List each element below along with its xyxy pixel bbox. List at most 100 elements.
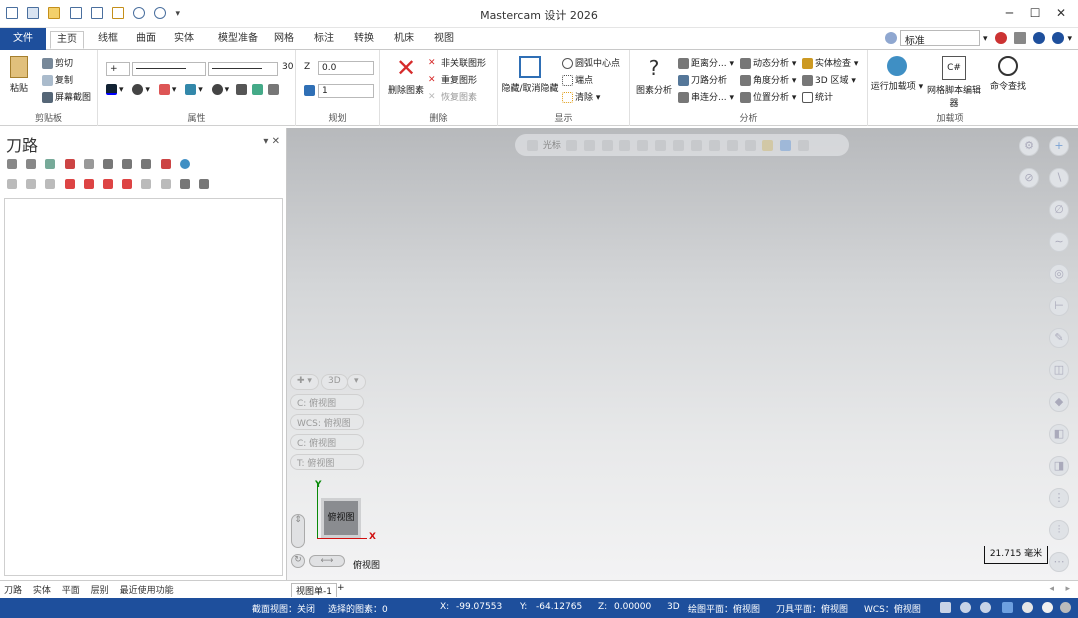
statistics-button[interactable]: 统计	[802, 90, 833, 103]
position-analysis-button[interactable]: 位置分析 ▾	[740, 90, 796, 103]
collapse-icon[interactable]	[198, 179, 209, 189]
command-finder-button[interactable]: 命令查找	[986, 56, 1030, 92]
cursor-mode-label[interactable]: 光标	[543, 141, 561, 151]
section-tool-icon[interactable]: ⋮	[1049, 488, 1069, 508]
tab-drafting[interactable]: 标注	[308, 31, 340, 49]
toolpath-analysis-button[interactable]: 刀路分析	[678, 73, 727, 86]
surface-tool-icon[interactable]: ◎	[1049, 264, 1069, 284]
view-cube[interactable]: 俯视图	[321, 498, 361, 538]
cube-shaded-icon[interactable]	[1002, 602, 1013, 613]
plane-tplane-select[interactable]: T: 俯视图	[290, 454, 364, 470]
sphere-wire-icon[interactable]	[1060, 602, 1071, 613]
mode-3d-status[interactable]: 3D	[667, 602, 680, 612]
regenerate-dirty-icon[interactable]	[64, 159, 75, 169]
rotate-icon[interactable]	[980, 602, 991, 613]
selection-mode-icon[interactable]	[762, 140, 774, 151]
panel-controls[interactable]: ▾ ✕	[263, 136, 280, 147]
vertical-pan-control[interactable]: ⇕	[291, 514, 305, 548]
dynamic-analysis-button[interactable]: 动态分析 ▾	[740, 56, 796, 69]
transform-tool-icon[interactable]: ✎	[1049, 328, 1069, 348]
horizontal-pan-control[interactable]: ⟷	[309, 555, 345, 567]
sphere-shade-icon[interactable]	[1022, 602, 1033, 613]
material-icon[interactable]	[211, 84, 223, 95]
show-selected-icon[interactable]	[141, 179, 152, 189]
select-xyz-icon[interactable]	[565, 140, 577, 151]
clear-attribute-icon[interactable]	[251, 84, 263, 95]
graphics-viewport[interactable]: 光标 ⚙ + ⊘ ∖ ∅ ∼ ◎ ⊢ ✎ ◫ ◆ ◧ ◨ ⋮ ⫶ ⋯ ✚ ▾ 3…	[287, 128, 1078, 580]
line-width-select[interactable]	[208, 62, 278, 76]
measure-tool-icon[interactable]: ⫶	[1049, 520, 1069, 540]
simulate-icon[interactable]	[83, 159, 94, 169]
wcs-status[interactable]: WCS：俯视图	[864, 602, 921, 615]
plane-cplane-select[interactable]: C: 俯视图	[290, 434, 364, 450]
plane-wcs-select[interactable]: WCS: 俯视图	[290, 414, 364, 430]
wireframe-color-icon[interactable]	[106, 84, 117, 95]
point-style-select[interactable]: +	[106, 62, 130, 76]
color-tool-icon[interactable]: ◧	[1049, 424, 1069, 444]
tab-file[interactable]: 文件	[0, 28, 46, 50]
paste-button[interactable]: 粘贴	[6, 56, 32, 94]
z-depth-input[interactable]: 0.0	[318, 61, 374, 75]
close-button[interactable]: ✕	[1050, 6, 1072, 20]
help-dropdown-icon[interactable]: ▾	[1067, 34, 1072, 44]
help-icon[interactable]	[1052, 32, 1065, 44]
tab-machine[interactable]: 机床	[388, 31, 420, 49]
settings-gear-icon[interactable]: ⚙	[1019, 136, 1039, 156]
toggle-post-icon[interactable]	[45, 179, 56, 189]
scroll-icon[interactable]	[122, 179, 133, 189]
tab-home[interactable]: 主页	[50, 31, 84, 49]
toggle-display-icon[interactable]	[26, 179, 37, 189]
delete-entities-button[interactable]: ✕ 删除图素	[384, 56, 428, 96]
help-icon[interactable]	[179, 159, 190, 169]
hide-unhide-button[interactable]: 隐藏/取消隐藏	[500, 56, 560, 94]
mode-dropdown-icon[interactable]: ▾	[347, 374, 366, 390]
quick-mask-icon[interactable]	[780, 140, 792, 151]
solid-tool-icon[interactable]: ◆	[1049, 392, 1069, 412]
select-dropdown-icon[interactable]: ▾	[983, 34, 988, 44]
tab-mesh[interactable]: 网格	[268, 31, 300, 49]
select-failed-icon[interactable]	[26, 159, 37, 169]
clear-selection-icon[interactable]	[798, 140, 810, 151]
undelete-button[interactable]: ✕ 恢复图素	[428, 90, 477, 103]
cut-button[interactable]: 剪切	[42, 56, 73, 69]
surface-color-icon[interactable]	[158, 84, 170, 95]
mode-3d-button[interactable]: 3D	[321, 374, 348, 390]
copy-button[interactable]: 复制	[42, 73, 73, 86]
select-relative-icon[interactable]	[744, 140, 756, 151]
arrow-icon[interactable]	[527, 140, 538, 151]
area-3d-button[interactable]: 3D 区域 ▾	[802, 73, 856, 86]
plane-c-select[interactable]: C: 俯视图	[290, 394, 364, 410]
entity-analysis-button[interactable]: ? 图素分析	[634, 56, 674, 96]
add-viewsheet-button[interactable]: +	[337, 583, 345, 593]
tab-solids[interactable]: 实体	[168, 31, 200, 49]
move-down-icon[interactable]	[64, 179, 75, 189]
tab-surfaces[interactable]: 曲面	[130, 31, 162, 49]
tab-transform[interactable]: 转换	[348, 31, 380, 49]
panel-tab-recent[interactable]: 最近使用功能	[116, 581, 178, 598]
select-end-icon[interactable]	[583, 140, 595, 151]
duplicate-button[interactable]: ✕ 重复图形	[428, 73, 477, 86]
backplot-icon[interactable]	[102, 159, 113, 169]
select-near-icon[interactable]	[708, 140, 720, 151]
expand-icon[interactable]	[179, 179, 190, 189]
select-mid-icon[interactable]	[601, 140, 613, 151]
set-all-icon[interactable]	[236, 84, 248, 95]
script-editor-button[interactable]: C# 网格脚本编辑器	[924, 56, 984, 109]
level-color-icon[interactable]	[185, 84, 197, 95]
regenerate-icon[interactable]	[45, 159, 56, 169]
select-behind-icon[interactable]	[726, 140, 738, 151]
circle-tool-icon[interactable]: ∅	[1049, 200, 1069, 220]
level-input[interactable]: 1	[318, 84, 374, 98]
tab-view[interactable]: 视图	[428, 31, 460, 49]
select-center-icon[interactable]	[619, 140, 631, 151]
scroll-left-icon[interactable]: ◂	[1049, 584, 1054, 594]
show-all-icon[interactable]	[160, 179, 171, 189]
post-icon[interactable]	[141, 159, 152, 169]
panel-tab-levels[interactable]: 层别	[87, 581, 113, 598]
panel-tab-planes[interactable]: 平面	[58, 581, 84, 598]
unrelated-button[interactable]: ✕ 非关联图形	[428, 56, 486, 69]
maximize-button[interactable]: ☐	[1024, 6, 1046, 20]
cancel-selection-icon[interactable]: ⊘	[1019, 168, 1039, 188]
rotate-control-icon[interactable]: ↻	[291, 554, 305, 568]
select-quad-icon[interactable]	[637, 140, 649, 151]
